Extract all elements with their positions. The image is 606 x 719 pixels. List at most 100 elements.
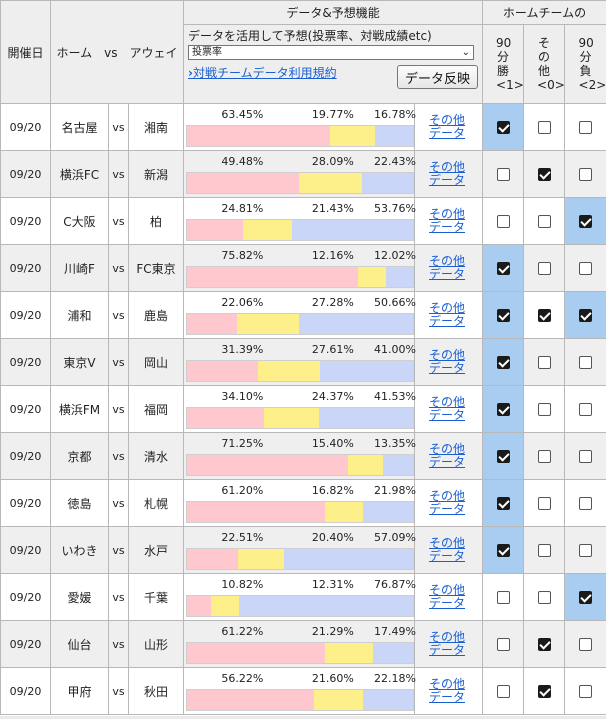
data-source-select[interactable]: 投票率 ⌄ (188, 45, 475, 60)
match-row: 09/20 浦和 vs 鹿島 22.06% 27.28% 50.66% その他 データ (0, 291, 606, 339)
away-win-segment (385, 267, 413, 287)
more-data-link[interactable]: その他 データ (429, 584, 482, 610)
draw-segment (314, 690, 363, 710)
lose-checkbox[interactable] (579, 591, 593, 604)
win-checkbox[interactable] (496, 497, 510, 510)
draw-rate: 12.16% (311, 249, 354, 262)
more-data-link[interactable]: その他 データ (429, 396, 482, 422)
more-data-link[interactable]: その他 データ (429, 443, 482, 469)
win-checkbox[interactable] (496, 262, 510, 275)
col-header-char: <2> (578, 78, 606, 92)
more-data-cell: その他 データ (414, 150, 484, 198)
vote-rate-cell: 24.81% 21.43% 53.76% (183, 197, 416, 245)
more-data-link[interactable]: その他 データ (429, 537, 482, 563)
more-data-cell: その他 データ (414, 338, 484, 386)
win-checkbox[interactable] (496, 356, 510, 369)
win-checkbox[interactable] (496, 638, 510, 651)
home-win-rate: 10.82% (221, 578, 264, 591)
match-date: 09/20 (0, 338, 51, 386)
win-checkbox[interactable] (496, 685, 510, 698)
away-team: 山形 (127, 620, 185, 668)
other-checkbox[interactable] (537, 121, 551, 134)
vote-rate-bar (186, 595, 415, 617)
match-row: 09/20 徳島 vs 札幌 61.20% 16.82% 21.98% その他 データ (0, 479, 606, 527)
lose-checkbox[interactable] (579, 497, 593, 510)
other-checkbox[interactable] (537, 168, 551, 181)
more-data-link[interactable]: その他 データ (429, 114, 482, 140)
away-win-segment (362, 173, 413, 193)
draw-rate: 19.77% (311, 108, 354, 121)
more-data-link[interactable]: その他 データ (429, 161, 482, 187)
win-checkbox[interactable] (496, 591, 510, 604)
other-checkbox[interactable] (537, 356, 551, 369)
away-team: 岡山 (127, 338, 185, 386)
lose-checkbox[interactable] (579, 168, 593, 181)
lose-checkbox[interactable] (579, 356, 593, 369)
win-checkbox[interactable] (496, 544, 510, 557)
home-win-segment (187, 455, 349, 475)
other-checkbox[interactable] (537, 309, 551, 322)
away-win-segment (319, 408, 413, 428)
draw-segment (211, 596, 240, 616)
draw-rate: 21.43% (311, 202, 354, 215)
col-header-char: の (538, 50, 551, 64)
lose-checkbox[interactable] (579, 685, 593, 698)
lose-checkbox[interactable] (579, 450, 593, 463)
home-win-segment (187, 502, 326, 522)
other-checkbox[interactable] (537, 262, 551, 275)
win-checkbox[interactable] (496, 121, 510, 134)
away-win-rate: 41.53% (374, 390, 416, 403)
draw-rate: 24.37% (311, 390, 354, 403)
more-data-link[interactable]: その他 データ (429, 255, 482, 281)
win-checkbox[interactable] (496, 168, 510, 181)
other-checkbox[interactable] (537, 685, 551, 698)
away-win-segment (363, 502, 413, 522)
more-data-cell: その他 データ (414, 385, 484, 433)
home-team: 浦和 (50, 291, 109, 339)
away-team: 福岡 (127, 385, 185, 433)
win-cell (482, 667, 525, 715)
lose-checkbox[interactable] (579, 309, 593, 322)
home-team: 東京V (50, 338, 109, 386)
lose-checkbox[interactable] (579, 215, 593, 228)
away-win-rate: 13.35% (374, 437, 416, 450)
win-cell (482, 197, 525, 245)
lose-checkbox[interactable] (579, 403, 593, 416)
away-win-rate: 50.66% (374, 296, 416, 309)
lose-checkbox[interactable] (579, 544, 593, 557)
more-data-link[interactable]: その他 データ (429, 678, 482, 704)
lose-checkbox[interactable] (579, 262, 593, 275)
more-data-link[interactable]: その他 データ (429, 490, 482, 516)
terms-link[interactable]: ›対戦チームデータ利用規約 (188, 64, 337, 81)
more-data-link[interactable]: その他 データ (429, 349, 482, 375)
more-data-link[interactable]: その他 データ (429, 302, 482, 328)
more-data-link[interactable]: その他 データ (429, 631, 482, 657)
lose-checkbox[interactable] (579, 638, 593, 651)
other-cell (523, 244, 566, 292)
vs-label: vs (108, 667, 129, 715)
other-checkbox[interactable] (537, 591, 551, 604)
win-cell (482, 526, 525, 574)
other-cell (523, 291, 566, 339)
more-data-link[interactable]: その他 データ (429, 208, 482, 234)
other-checkbox[interactable] (537, 215, 551, 228)
away-team: 新潟 (127, 150, 185, 198)
other-cell (523, 667, 566, 715)
win-checkbox[interactable] (496, 309, 510, 322)
away-win-segment (382, 455, 413, 475)
more-data-cell: その他 データ (414, 479, 484, 527)
other-checkbox[interactable] (537, 544, 551, 557)
win-checkbox[interactable] (496, 215, 510, 228)
reflect-data-button[interactable]: データ反映 (397, 65, 479, 89)
other-checkbox[interactable] (537, 403, 551, 416)
other-checkbox[interactable] (537, 497, 551, 510)
other-checkbox[interactable] (537, 450, 551, 463)
win-checkbox[interactable] (496, 450, 510, 463)
home-team: 横浜FM (50, 385, 109, 433)
other-checkbox[interactable] (537, 638, 551, 651)
lose-checkbox[interactable] (579, 121, 593, 134)
vote-rate-cell: 49.48% 28.09% 22.43% (183, 150, 416, 198)
data-feature-header: データ&予想機能 (183, 0, 484, 25)
win-checkbox[interactable] (496, 403, 510, 416)
prediction-table: 開催日 ホーム vs アウェイ データ&予想機能 ホームチームの データを活用し… (0, 0, 606, 715)
